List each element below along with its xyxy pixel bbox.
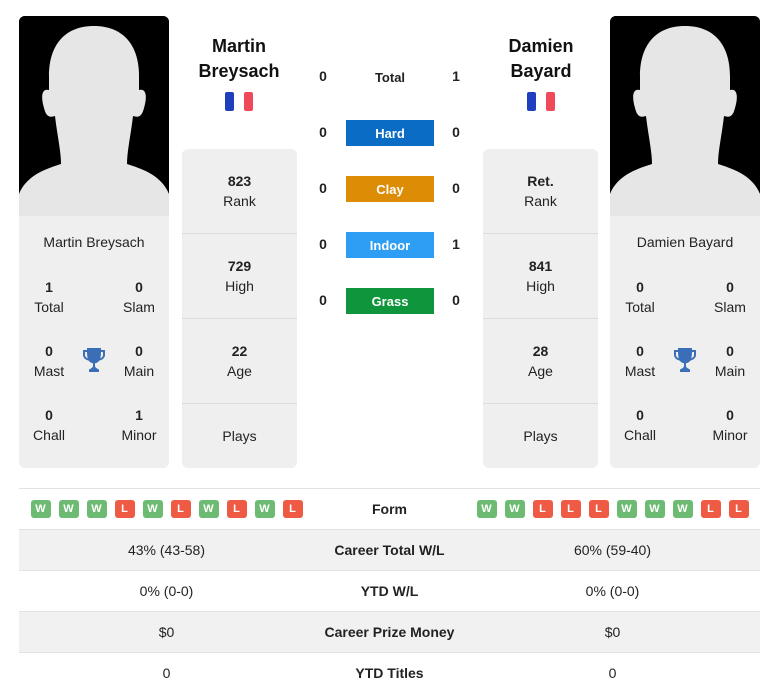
form-win-badge[interactable]: W <box>58 500 79 518</box>
table-row: $0 Career Prize Money $0 <box>19 611 760 652</box>
surface-row-clay: 0 Clay 0 <box>310 176 470 202</box>
player2-name[interactable]: Damien Bayard <box>610 234 760 250</box>
form-loss-badge[interactable]: L <box>560 500 581 518</box>
titles-mast: 0 Mast <box>624 343 656 379</box>
surface-badge-grass[interactable]: Grass <box>346 288 434 314</box>
avatar-silhouette-icon <box>610 16 760 216</box>
form-win-badge[interactable]: W <box>672 500 693 518</box>
titles-main: 0 Main <box>123 343 155 379</box>
stat-age: 22 Age <box>182 319 297 404</box>
player1-stats-card: 823 Rank 729 High 22 Age Plays <box>182 149 297 468</box>
player2-stats-card: Ret. Rank 841 High 28 Age Plays <box>483 149 598 468</box>
player1-titles-card: Martin Breysach 1 Total 0 Slam 0 Mast 0 Main… <box>19 216 169 468</box>
form-win-badge[interactable]: W <box>30 500 51 518</box>
titles-total: 0 Total <box>625 279 655 315</box>
player2-photo <box>610 16 760 216</box>
titles-main: 0 Main <box>714 343 746 379</box>
form-win-badge[interactable]: W <box>142 500 163 518</box>
form-win-badge[interactable]: W <box>476 500 497 518</box>
titles-slam: 0 Slam <box>714 279 746 315</box>
form-win-badge[interactable]: W <box>616 500 637 518</box>
player2-value: 0 <box>608 665 617 681</box>
player2-name-heading[interactable]: Damien Bayard <box>476 34 606 84</box>
surface-row-grass: 0 Grass 0 <box>310 288 470 314</box>
avatar-silhouette-icon <box>19 16 169 216</box>
surface-badge-indoor[interactable]: Indoor <box>346 232 434 258</box>
form-loss-badge[interactable]: L <box>114 500 135 518</box>
surface-badge-clay[interactable]: Clay <box>346 176 434 202</box>
surface-label-total: Total <box>374 69 406 85</box>
player2-value: $0 <box>604 624 621 640</box>
form-win-badge[interactable]: W <box>86 500 107 518</box>
trophy-icon <box>674 348 696 372</box>
player2-value: 0% (0-0) <box>585 583 640 599</box>
form-loss-badge[interactable]: L <box>226 500 247 518</box>
france-flag-icon <box>527 92 555 111</box>
form-row: WWWLWLWLWL Form WWLLLWWWLL <box>19 488 760 529</box>
form-loss-badge[interactable]: L <box>282 500 303 518</box>
player1-photo <box>19 16 169 216</box>
player1-value: $0 <box>158 624 175 640</box>
player1-value: 0% (0-0) <box>139 583 194 599</box>
player2-value: 60% (59-40) <box>573 542 652 558</box>
row-label: YTD W/L <box>360 583 419 599</box>
titles-mast: 0 Mast <box>33 343 65 379</box>
stat-high: 841 High <box>483 234 598 319</box>
table-row: 43% (43-58) Career Total W/L 60% (59-40) <box>19 529 760 570</box>
form-loss-badge[interactable]: L <box>728 500 749 518</box>
surface-badge-hard[interactable]: Hard <box>346 120 434 146</box>
row-label: Career Prize Money <box>324 624 455 640</box>
form-label: Form <box>372 501 407 517</box>
surface-row-hard: 0 Hard 0 <box>310 120 470 146</box>
player1-name[interactable]: Martin Breysach <box>19 234 169 250</box>
titles-chall: 0 Chall <box>624 407 656 443</box>
trophy-icon <box>83 348 105 372</box>
france-flag-icon <box>225 92 253 111</box>
titles-minor: 0 Minor <box>712 407 748 443</box>
titles-total: 1 Total <box>34 279 64 315</box>
titles-slam: 0 Slam <box>123 279 155 315</box>
form-loss-badge[interactable]: L <box>588 500 609 518</box>
stat-rank: Ret. Rank <box>483 149 598 234</box>
surface-row-indoor: 0 Indoor 1 <box>310 232 470 258</box>
form-win-badge[interactable]: W <box>504 500 525 518</box>
form-win-badge[interactable]: W <box>254 500 275 518</box>
form-loss-badge[interactable]: L <box>700 500 721 518</box>
row-label: Career Total W/L <box>334 542 445 558</box>
table-row: 0 YTD Titles 0 <box>19 652 760 693</box>
row-label: YTD Titles <box>355 665 424 681</box>
player2-form: WWLLLWWWLL <box>465 500 760 518</box>
stat-high: 729 High <box>182 234 297 319</box>
stat-age: 28 Age <box>483 319 598 404</box>
titles-minor: 1 Minor <box>121 407 157 443</box>
stat-rank: 823 Rank <box>182 149 297 234</box>
stat-plays: Plays <box>222 428 257 444</box>
player2-titles-card: Damien Bayard 0 Total 0 Slam 0 Mast 0 Main 0… <box>610 216 760 468</box>
player1-value: 0 <box>162 665 171 681</box>
form-loss-badge[interactable]: L <box>170 500 191 518</box>
player1-form: WWWLWLWLWL <box>19 500 314 518</box>
form-win-badge[interactable]: W <box>644 500 665 518</box>
player1-name-heading[interactable]: Martin Breysach <box>174 34 304 84</box>
form-win-badge[interactable]: W <box>198 500 219 518</box>
table-row: 0% (0-0) YTD W/L 0% (0-0) <box>19 570 760 611</box>
comparison-table: WWWLWLWLWL Form WWLLLWWWLL 43% (43-58) C… <box>19 488 760 693</box>
form-loss-badge[interactable]: L <box>532 500 553 518</box>
player1-value: 43% (43-58) <box>127 542 206 558</box>
surface-row-total: 0 Total 1 <box>310 64 470 90</box>
titles-chall: 0 Chall <box>33 407 65 443</box>
stat-plays: Plays <box>523 428 558 444</box>
